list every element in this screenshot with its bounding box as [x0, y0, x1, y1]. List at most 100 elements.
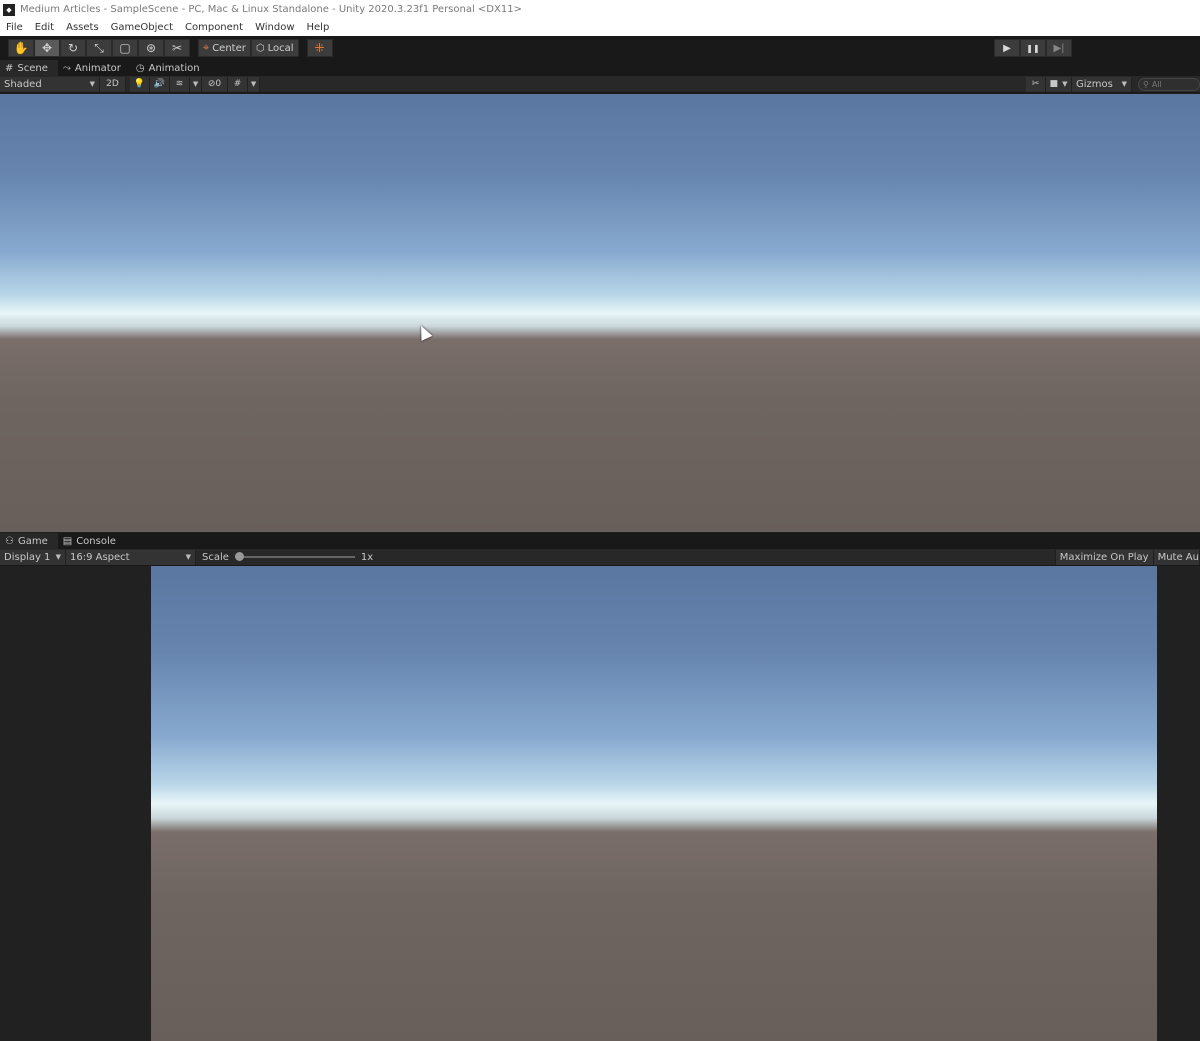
scene-search-input[interactable]: ⚲ All: [1138, 77, 1200, 91]
chevron-down-icon: ▼: [55, 553, 61, 561]
gamepad-icon: ⚇: [5, 535, 14, 547]
step-button[interactable]: ▶|: [1046, 39, 1072, 57]
grid-snap-button[interactable]: ⁜: [306, 39, 333, 57]
grid-snap-icon: ⁜: [314, 41, 325, 55]
animation-clock-icon: ◷: [135, 62, 145, 74]
audio-toggle[interactable]: 🔊: [150, 76, 170, 92]
effects-icon: ≋: [175, 79, 184, 89]
hand-tool-button[interactable]: ✋: [8, 39, 34, 57]
chevron-down-icon: ▼: [89, 80, 95, 88]
console-icon: ▤: [62, 535, 73, 547]
scene-tabbar: # Scene ⤳ Animator ◷ Animation: [0, 60, 1200, 76]
chevron-down-icon: ▼: [185, 553, 191, 561]
tab-scene-label: Scene: [17, 62, 48, 74]
scale-slider[interactable]: [234, 552, 355, 561]
pivot-tools: ⌖ Center ⬡ Local: [198, 39, 299, 57]
animator-icon: ⤳: [62, 62, 71, 74]
custom-tool-icon: ✂: [171, 41, 183, 55]
local-cube-icon: ⬡: [255, 42, 265, 54]
pause-button[interactable]: ❚❚: [1020, 39, 1046, 57]
light-bulb-icon: 💡: [133, 79, 146, 89]
search-placeholder: All: [1151, 79, 1162, 89]
tab-game[interactable]: ⚇ Game: [0, 533, 58, 549]
tab-game-label: Game: [17, 535, 48, 547]
maximize-on-play-toggle[interactable]: Maximize On Play: [1054, 549, 1154, 565]
tab-animator[interactable]: ⤳ Animator: [58, 60, 131, 76]
menu-edit[interactable]: Edit: [29, 22, 60, 33]
lighting-toggle[interactable]: 💡: [130, 76, 150, 92]
scale-tool-button[interactable]: ⤡: [86, 39, 112, 57]
tab-animation-label: Animation: [148, 62, 200, 74]
pause-icon: ❚❚: [1026, 43, 1040, 53]
play-icon: ▶: [1003, 42, 1011, 54]
tools-icon: ✂: [1031, 79, 1040, 89]
draw-mode-dropdown[interactable]: Shaded ▼: [0, 76, 100, 92]
hidden-objects-toggle[interactable]: ⊘ 0: [202, 76, 228, 92]
eye-slash-icon: ⊘: [207, 79, 216, 89]
center-pivot-icon: ⌖: [203, 41, 210, 54]
2d-toggle[interactable]: 2D: [100, 76, 126, 92]
hand-icon: ✋: [13, 41, 29, 55]
effects-toggle[interactable]: ≋: [170, 76, 190, 92]
gizmos-dropdown[interactable]: Gizmos ▼: [1072, 76, 1132, 92]
space-label: Local: [267, 42, 294, 54]
game-toolbar-right: Maximize On Play Mute Au: [1054, 549, 1200, 565]
scale-value: 1x: [360, 551, 374, 563]
tab-scene[interactable]: # Scene: [0, 60, 58, 76]
pivot-center-button[interactable]: ⌖ Center: [198, 39, 251, 57]
menu-window[interactable]: Window: [249, 22, 300, 33]
rect-icon: ▢: [119, 41, 131, 55]
menu-component[interactable]: Component: [179, 22, 249, 33]
pivot-label: Center: [212, 42, 246, 54]
effects-dropdown[interactable]: ▼: [190, 76, 202, 92]
display-label: Display 1: [4, 551, 51, 563]
step-icon: ▶|: [1053, 42, 1065, 54]
2d-label: 2D: [106, 79, 119, 89]
mute-audio-toggle[interactable]: Mute Au: [1153, 549, 1200, 565]
rotate-tool-button[interactable]: ↻: [60, 39, 86, 57]
scene-toolbar-right: ✂ ■ ▼ Gizmos ▼ ⚲ All: [1026, 76, 1200, 92]
scene-viewport[interactable]: [0, 94, 1200, 532]
search-icon: ⚲: [1143, 79, 1149, 89]
draw-mode-label: Shaded: [4, 78, 42, 90]
display-dropdown[interactable]: Display 1 ▼: [0, 549, 66, 565]
aspect-dropdown[interactable]: 16:9 Aspect ▼: [66, 549, 196, 565]
game-tabbar: ⚇ Game ▤ Console: [0, 533, 1200, 549]
gizmos-label: Gizmos: [1076, 78, 1113, 90]
camera-settings-button[interactable]: ■ ▼: [1046, 76, 1072, 92]
scale-icon: ⤡: [94, 40, 104, 55]
scale-slider-handle[interactable]: [234, 552, 244, 561]
grid-dropdown[interactable]: ▼: [248, 76, 260, 92]
snap-tools: ⁜: [306, 39, 333, 57]
game-viewport[interactable]: [151, 566, 1157, 1041]
chevron-down-icon: ▼: [192, 80, 199, 88]
scene-grid-icon: #: [5, 62, 14, 74]
unity-logo-icon: ◆: [3, 3, 15, 16]
tab-console[interactable]: ▤ Console: [58, 533, 126, 549]
transform-tool-button[interactable]: ⊛: [138, 39, 164, 57]
transform-icon: ⊛: [145, 41, 157, 55]
move-tool-button[interactable]: ✥: [34, 39, 60, 57]
game-view-toolbar: Display 1 ▼ 16:9 Aspect ▼ Scale 1x Maxim…: [0, 549, 1200, 566]
menu-assets[interactable]: Assets: [60, 22, 105, 33]
menu-bar: File Edit Assets GameObject Component Wi…: [0, 19, 1200, 36]
custom-tool-button[interactable]: ✂: [164, 39, 190, 57]
grid-toggle[interactable]: #: [228, 76, 248, 92]
aspect-label: 16:9 Aspect: [70, 551, 130, 563]
menu-help[interactable]: Help: [301, 22, 336, 33]
menu-file[interactable]: File: [0, 22, 29, 33]
window-title: Medium Articles - SampleScene - PC, Mac …: [20, 4, 522, 15]
scale-label: Scale: [202, 551, 229, 563]
scene-tools-button[interactable]: ✂: [1026, 76, 1046, 92]
tab-animation[interactable]: ◷ Animation: [131, 60, 210, 76]
chevron-down-icon: ▼: [1121, 80, 1127, 88]
play-button[interactable]: ▶: [994, 39, 1020, 57]
window-titlebar: ◆ Medium Articles - SampleScene - PC, Ma…: [0, 0, 1200, 19]
pivot-local-button[interactable]: ⬡ Local: [250, 39, 299, 57]
rotate-icon: ↻: [67, 41, 79, 55]
menu-gameobject[interactable]: GameObject: [105, 22, 179, 33]
rect-tool-button[interactable]: ▢: [112, 39, 138, 57]
camera-icon: ■: [1049, 79, 1059, 89]
maximize-label: Maximize On Play: [1059, 551, 1149, 563]
mute-label: Mute Au: [1157, 551, 1199, 563]
